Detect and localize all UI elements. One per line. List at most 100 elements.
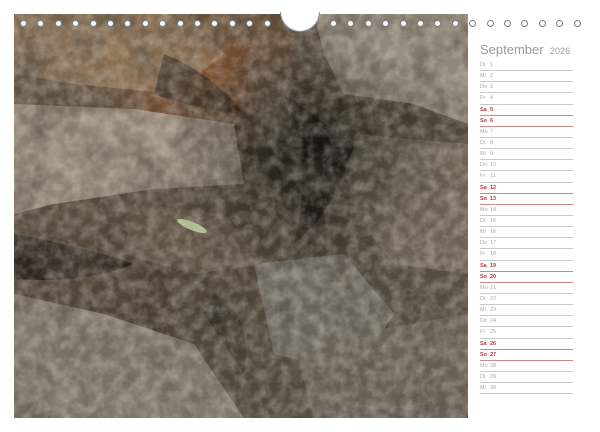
day-row: Sa 19 <box>480 261 573 272</box>
day-weekday: Do <box>480 162 488 169</box>
day-weekday: Sa <box>480 106 487 113</box>
day-weekday: Mi <box>480 229 486 236</box>
day-weekday: Fr <box>480 251 486 258</box>
day-number: 24 <box>490 318 497 325</box>
day-weekday: Mo <box>480 206 488 213</box>
day-number: 16 <box>490 229 497 236</box>
day-number: 21 <box>490 284 497 291</box>
day-row: Di 8 <box>480 138 573 150</box>
binding-ring <box>451 20 459 27</box>
day-weekday: Di <box>480 373 486 380</box>
day-row: Sa 26 <box>480 339 573 350</box>
binding-ring <box>330 20 337 27</box>
day-row: So 13 <box>480 194 573 205</box>
binding-ring <box>399 20 407 27</box>
binding-ring <box>141 20 149 27</box>
day-weekday: Mo <box>480 284 488 291</box>
day-row: Mo 7 <box>480 127 573 138</box>
day-weekday: Mi <box>480 73 486 80</box>
day-row: Sa 12 <box>480 183 573 194</box>
day-weekday: Do <box>480 240 488 247</box>
day-number: 11 <box>490 173 496 180</box>
day-number: 14 <box>490 206 497 213</box>
day-number: 8 <box>490 139 494 146</box>
day-number: 3 <box>490 84 494 91</box>
binding-ring <box>72 20 80 27</box>
day-weekday: Fr <box>480 95 486 102</box>
hanger-notch <box>280 12 320 32</box>
day-weekday: Mi <box>480 307 486 314</box>
day-weekday: Fr <box>480 329 486 336</box>
day-number: 17 <box>490 240 497 247</box>
day-row: Mi 2 <box>480 71 573 83</box>
day-row: Fr 4 <box>480 93 573 105</box>
day-number: 7 <box>490 128 494 135</box>
day-row: Mi 23 <box>480 305 573 317</box>
day-weekday: Di <box>480 62 486 68</box>
binding-ring <box>107 20 114 27</box>
day-row: Mi 9 <box>480 149 573 161</box>
day-number: 1 <box>490 62 494 68</box>
day-weekday: Sa <box>480 340 487 347</box>
day-row: Sa 5 <box>480 105 573 116</box>
day-row: Mi 30 <box>480 383 573 395</box>
day-row: So 6 <box>480 116 573 127</box>
day-number: 4 <box>490 95 494 102</box>
day-row: Do 17 <box>480 238 573 250</box>
day-weekday: Fr <box>480 173 486 180</box>
binding-ring <box>54 20 62 27</box>
day-row: Fr 11 <box>480 171 573 183</box>
day-number: 6 <box>490 117 494 124</box>
day-weekday: Di <box>480 217 486 224</box>
day-number: 10 <box>490 162 497 169</box>
calendar-column: September 2026 Di 1 Mi 2 Do 3 Fr 4 Sa 5 So 6 Mo 7 Di 8 M… <box>470 14 586 418</box>
day-number: 23 <box>490 307 497 314</box>
day-row: Mo 28 <box>480 361 573 372</box>
day-weekday: Di <box>480 139 486 146</box>
day-weekday: Mo <box>480 362 488 369</box>
day-number: 29 <box>490 373 497 380</box>
binding-ring <box>246 20 254 27</box>
day-number: 25 <box>490 329 497 336</box>
day-number: 9 <box>490 151 494 158</box>
binding-ring <box>20 20 27 27</box>
day-weekday: So <box>480 273 488 280</box>
day-weekday: Mo <box>480 128 488 135</box>
day-number: 22 <box>490 295 497 302</box>
day-weekday: Do <box>480 84 488 91</box>
binding-ring <box>124 20 132 27</box>
binding-ring <box>263 20 271 27</box>
day-number: 19 <box>490 262 497 269</box>
binding-ring <box>89 20 97 27</box>
day-row: Di 29 <box>480 372 573 384</box>
decaying-wood-photo <box>14 14 468 418</box>
binding-ring <box>364 20 372 27</box>
binding-ring <box>194 20 201 27</box>
day-number: 5 <box>490 106 494 113</box>
day-number: 12 <box>490 184 497 191</box>
day-row: Mo 14 <box>480 205 573 216</box>
day-number: 30 <box>490 385 497 392</box>
day-number: 26 <box>490 340 497 347</box>
day-row: Di 15 <box>480 216 573 228</box>
day-list: Di 1 Mi 2 Do 3 Fr 4 Sa 5 So 6 Mo 7 Di 8 Mi 9 Do 10 Fr 11 Sa 12 S… <box>480 60 573 395</box>
day-row: Mo 21 <box>480 283 573 294</box>
day-weekday: So <box>480 351 488 358</box>
day-number: 28 <box>490 362 497 369</box>
day-weekday: Di <box>480 295 486 302</box>
day-row: Fr 18 <box>480 249 573 261</box>
day-number: 13 <box>490 195 497 202</box>
binding-ring <box>37 20 45 27</box>
binding-ring <box>382 20 390 27</box>
day-row: Do 10 <box>480 160 573 172</box>
day-number: 2 <box>490 73 494 80</box>
month-name: September <box>480 42 544 57</box>
binding-ring <box>228 20 236 27</box>
day-row: Do 24 <box>480 316 573 328</box>
year: 2026 <box>550 46 571 56</box>
day-weekday: Mi <box>480 151 486 158</box>
day-weekday: Sa <box>480 184 487 191</box>
binding-ring <box>347 20 355 27</box>
day-weekday: So <box>480 117 488 124</box>
binding-ring <box>176 20 184 27</box>
